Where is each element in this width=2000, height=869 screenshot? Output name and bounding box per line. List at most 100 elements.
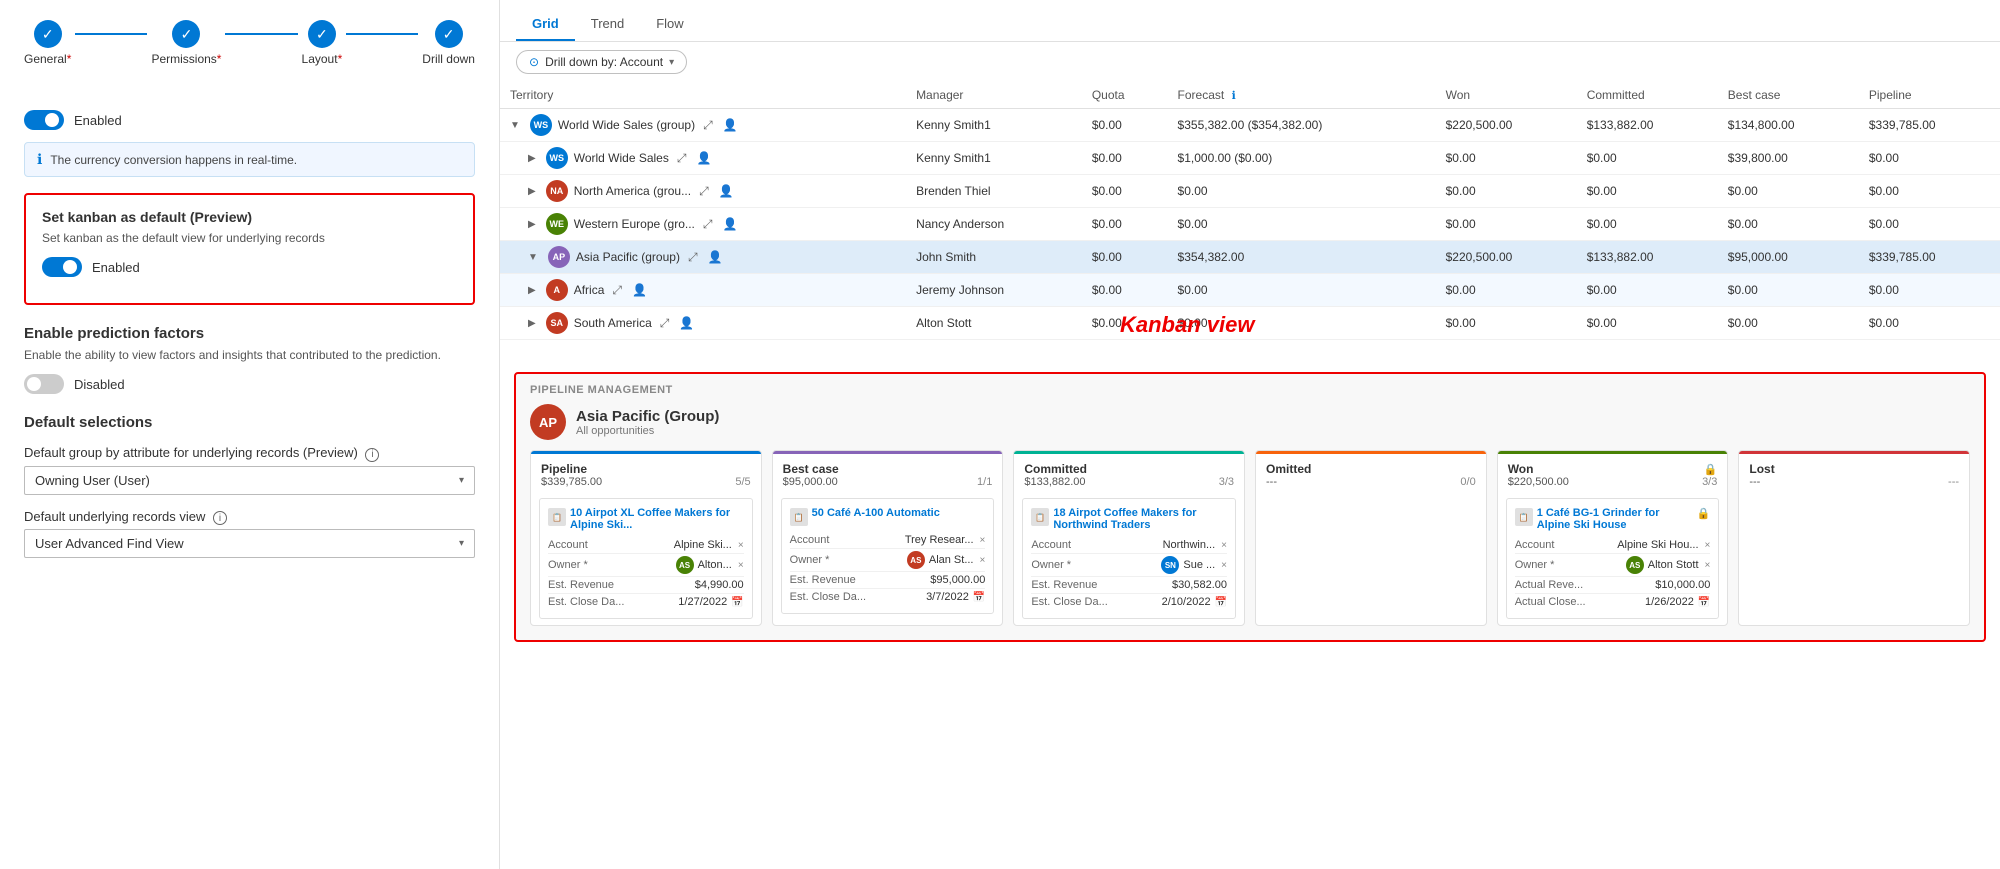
calendar-icon[interactable]: 📅 [973,592,985,603]
card-owner-remove[interactable]: × [1221,560,1227,571]
person-icon[interactable]: 👤 [723,118,738,132]
bestcase-cell: $0.00 [1718,274,1859,307]
expand-icon[interactable]: ▶ [528,153,536,164]
pipeline-cell: $339,785.00 [1859,241,2000,274]
col-manager: Manager [906,82,1082,109]
quota-cell: $0.00 [1082,241,1168,274]
card-account-row: Account Northwin... × [1031,537,1227,554]
card-close-label: Actual Close... [1515,596,1586,608]
kanban-enabled-toggle[interactable] [42,257,82,277]
card-revenue-row: Est. Revenue $95,000.00 [790,572,986,589]
calendar-icon[interactable]: 📅 [731,597,743,608]
expand-icon[interactable]: ▼ [528,252,538,263]
card-owner-label: Owner * [1031,559,1071,571]
card-owner-row: Owner * AS Alton Stott × [1515,554,1711,577]
prediction-section: Enable prediction factors Enable the abi… [24,325,475,394]
table-row: ▼ WS World Wide Sales (group) ⤢ 👤 Kenny … [500,109,2000,142]
col-pipeline: Pipeline [1859,82,2000,109]
person-icon[interactable]: 👤 [632,283,647,297]
card-owner-label: Owner * [790,554,830,566]
card-close-row: Est. Close Da... 2/10/2022 📅 [1031,594,1227,610]
person-icon[interactable]: 👤 [719,184,734,198]
col-committed: Committed [1577,82,1718,109]
card-close-val: 2/10/2022 📅 [1162,596,1227,608]
kanban-card[interactable]: 📋 18 Airpot Coffee Makers for Northwind … [1022,498,1236,619]
kanban-col-count: 0/0 [1460,476,1475,488]
col-quota: Quota [1082,82,1168,109]
person-icon[interactable]: 👤 [679,316,694,330]
prediction-desc: Enable the ability to view factors and i… [24,348,475,362]
link-icon[interactable]: ⤢ [688,250,698,265]
person-icon[interactable]: 👤 [696,151,711,165]
expand-icon[interactable]: ▶ [528,219,536,230]
expand-icon[interactable]: ▼ [510,120,520,131]
card-account-remove[interactable]: × [738,540,744,551]
card-account-remove[interactable]: × [1221,540,1227,551]
card-owner-val: AS Alton... × [676,556,744,574]
link-icon[interactable]: ⤢ [699,184,709,199]
card-owner-label: Owner * [548,559,588,571]
kanban-col-title-row: Lost [1749,462,1959,476]
tab-trend[interactable]: Trend [575,8,640,41]
view-info-icon[interactable]: i [213,511,227,525]
enabled-toggle[interactable] [24,110,64,130]
drilldown-row: ⊙ Drill down by: Account ▾ [500,42,2000,82]
view-select[interactable]: User Advanced Find View ▾ [24,529,475,558]
manager-cell: Jeremy Johnson [906,274,1082,307]
kanban-col-amount-row: $133,882.00 3/3 [1024,476,1234,488]
calendar-icon[interactable]: 📅 [1698,597,1710,608]
link-icon[interactable]: ⤢ [703,217,713,232]
link-icon[interactable]: ⤢ [703,118,713,133]
kanban-group-subtitle: All opportunities [576,425,719,437]
card-owner-row: Owner * SN Sue ... × [1031,554,1227,577]
card-account-remove[interactable]: × [980,535,986,546]
drilldown-button[interactable]: ⊙ Drill down by: Account ▾ [516,50,687,74]
kanban-card[interactable]: 📋 10 Airpot XL Coffee Makers for Alpine … [539,498,753,619]
kanban-card[interactable]: 📋 1 Café BG-1 Grinder for Alpine Ski Hou… [1506,498,1720,619]
owner-avatar: AS [907,551,925,569]
card-revenue-row: Est. Revenue $30,582.00 [1031,577,1227,594]
forecast-cell: $1,000.00 ($0.00) [1168,142,1436,175]
tab-grid[interactable]: Grid [516,8,575,41]
card-account-remove[interactable]: × [1705,540,1711,551]
right-panel: Grid Trend Flow ⊙ Drill down by: Account… [500,0,2000,869]
manager-cell: Nancy Anderson [906,208,1082,241]
table-row: ▶ NA North America (grou... ⤢ 👤 Brenden … [500,175,2000,208]
card-owner-remove[interactable]: × [980,555,986,566]
group-by-select[interactable]: Owning User (User) ▾ [24,466,475,495]
left-panel: ✓ General* ✓ Permissions* ✓ Layout* ✓ Dr… [0,0,500,869]
group-by-info-icon[interactable]: i [365,448,379,462]
territory-avatar: WS [546,147,568,169]
card-account-val: Trey Resear... × [905,534,986,546]
kanban-board: PIPELINE MANAGEMENT AP Asia Pacific (Gro… [514,372,1986,642]
card-owner-remove[interactable]: × [1705,560,1711,571]
card-owner-remove[interactable]: × [738,560,744,571]
expand-icon[interactable]: ▶ [528,285,536,296]
committed-cell: $0.00 [1577,274,1718,307]
calendar-icon[interactable]: 📅 [1215,597,1227,608]
person-icon[interactable]: 👤 [708,250,723,264]
view-chevron-icon: ▾ [459,538,464,549]
link-icon[interactable]: ⤢ [660,316,670,331]
kanban-col-title-row: Won 🔒 [1508,462,1718,476]
territory-name: South America [574,316,652,330]
pipeline-cell: $0.00 [1859,175,2000,208]
committed-cell: $133,882.00 [1577,241,1718,274]
expand-icon[interactable]: ▶ [528,186,536,197]
card-close-text: 1/26/2022 [1645,596,1694,608]
card-revenue-row: Est. Revenue $4,990.00 [548,577,744,594]
expand-icon[interactable]: ▶ [528,318,536,329]
tab-flow[interactable]: Flow [640,8,699,41]
kanban-card[interactable]: 📋 50 Café A-100 Automatic Account Trey R… [781,498,995,614]
owner-avatar: AS [1626,556,1644,574]
card-account-val: Alpine Ski Hou... × [1617,539,1710,551]
prediction-toggle[interactable] [24,374,64,394]
step-line-2 [225,33,297,35]
kanban-col-amount: --- [1266,476,1277,488]
link-icon[interactable]: ⤢ [677,151,687,166]
forecast-cell: $355,382.00 ($354,382.00) [1168,109,1436,142]
link-icon[interactable]: ⤢ [612,283,622,298]
step-layout-label: Layout* [302,52,343,66]
kanban-col-header: Lost --- --- [1739,451,1969,492]
person-icon[interactable]: 👤 [722,217,737,231]
